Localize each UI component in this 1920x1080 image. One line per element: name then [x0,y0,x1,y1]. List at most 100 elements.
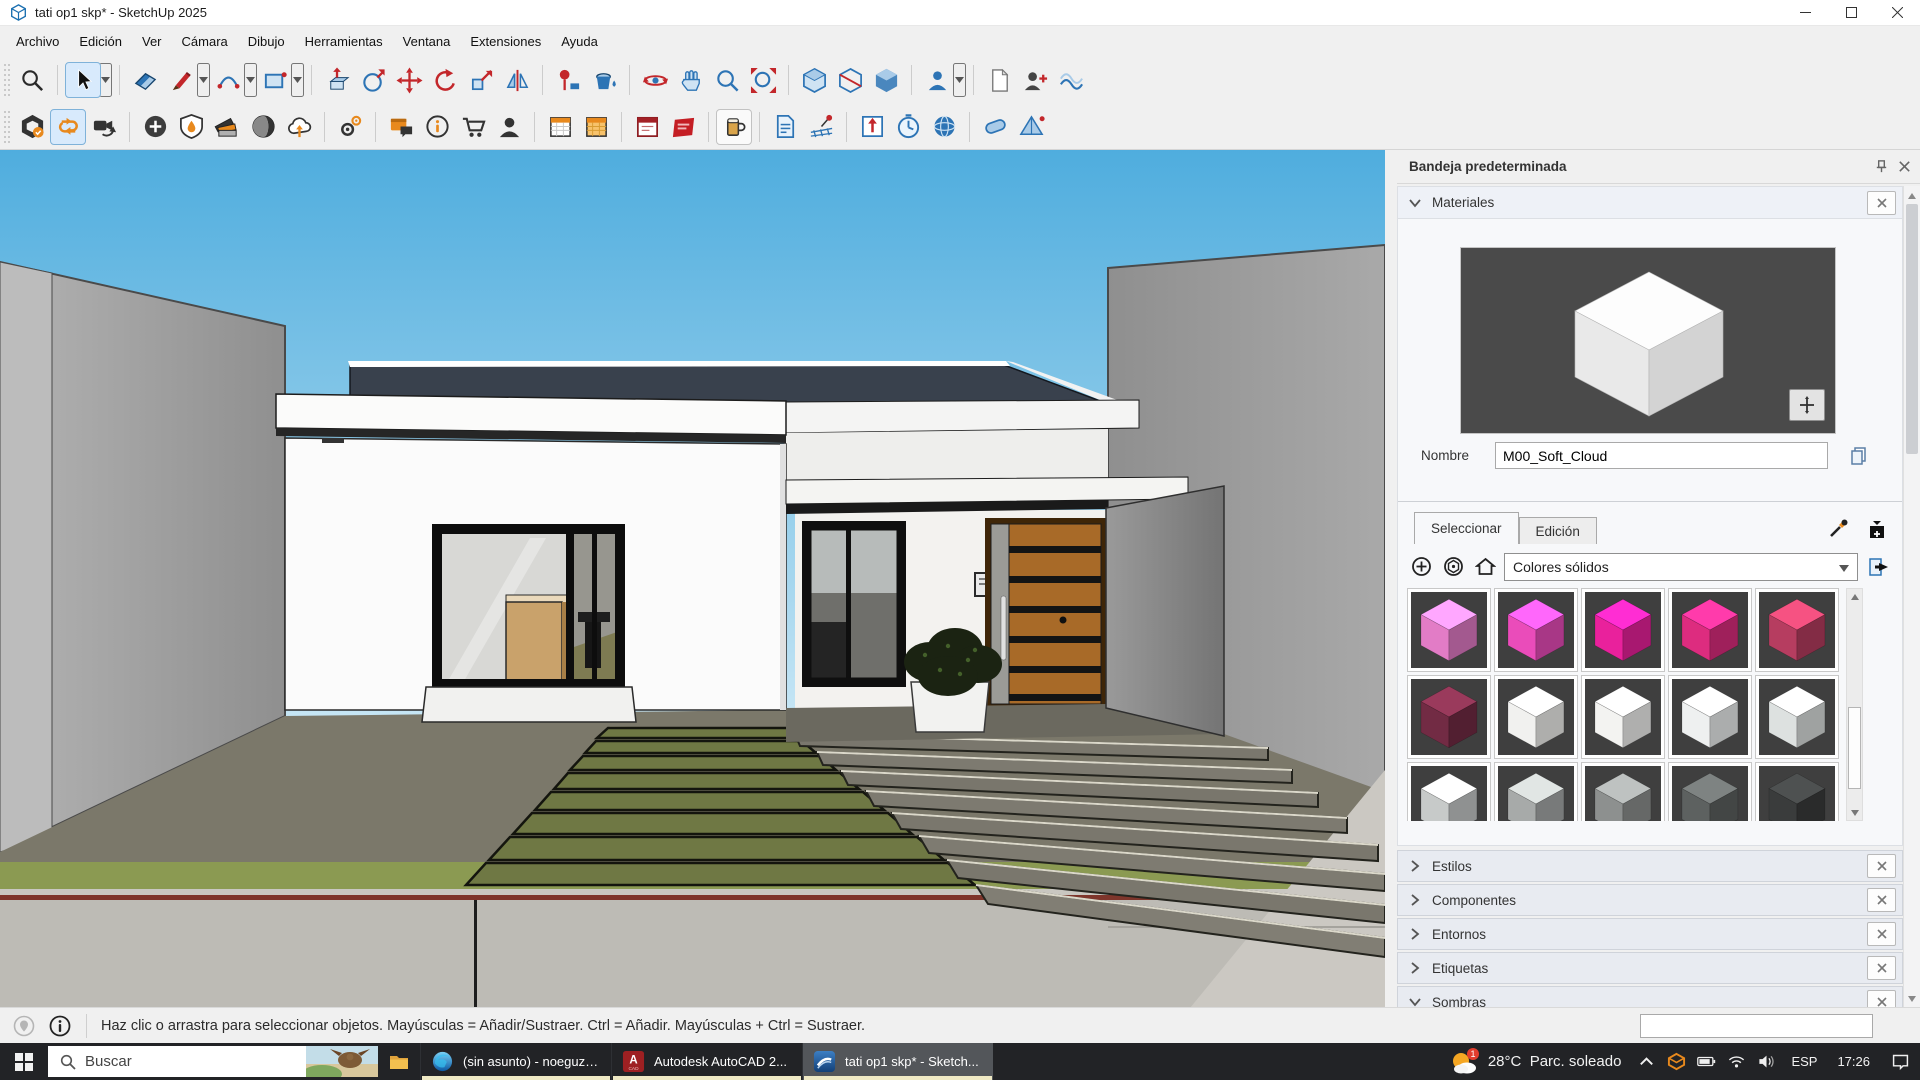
tray-section-componentes[interactable]: Componentes [1397,884,1903,916]
close-button[interactable] [1874,0,1920,25]
tape-measure-tool[interactable] [499,62,535,98]
material-swatch-5[interactable] [1407,675,1491,759]
taskbar-clock[interactable]: 17:26 [1827,1054,1880,1069]
trimble-connect-tool[interactable] [14,109,50,145]
scroll-up-icon[interactable] [1847,589,1862,604]
loop-arrows-tool[interactable] [50,109,86,145]
search-tool[interactable] [14,62,50,98]
grid-point-tool[interactable] [803,109,839,145]
shield-drop-tool[interactable] [173,109,209,145]
tray-scroll-down-icon[interactable] [1904,991,1920,1006]
cart-tool[interactable] [455,109,491,145]
calendar-orange-2-tool[interactable] [578,109,614,145]
pan-tool[interactable] [673,62,709,98]
avatar-tool[interactable] [491,109,527,145]
menu-extensiones[interactable]: Extensiones [460,26,551,56]
material-swatch-14[interactable] [1755,762,1839,821]
timer-clock-tool[interactable] [890,109,926,145]
file-explorer-button[interactable] [378,1043,420,1080]
info-icon[interactable] [48,1014,72,1038]
orbit-tool[interactable] [637,62,673,98]
paint-bucket-tool[interactable] [586,62,622,98]
material-swatch-0[interactable] [1407,588,1491,672]
taskbar-weather[interactable]: 1 28°C Parc. soleado [1440,1043,1632,1080]
swatch-scrollbar[interactable] [1846,588,1863,821]
search-highlight-image[interactable] [306,1046,378,1077]
viewport-canvas[interactable] [0,150,1385,1008]
in-model-button[interactable] [1472,554,1498,580]
tray-scroll-up-icon[interactable] [1904,188,1920,203]
material-swatch-1[interactable] [1494,588,1578,672]
material-fan-tool[interactable] [209,109,245,145]
wifi-button[interactable] [1721,1043,1751,1080]
pin-icon[interactable] [1874,159,1889,174]
action-center-button[interactable] [1880,1043,1920,1080]
export-box-tool[interactable] [854,109,890,145]
toolbar-grip[interactable] [2,64,12,96]
menu-archivo[interactable]: Archivo [6,26,69,56]
settings-gears-tool[interactable] [332,109,368,145]
menu-ver[interactable]: Ver [132,26,172,56]
menu-ventana[interactable]: Ventana [393,26,461,56]
battery-button[interactable] [1691,1043,1721,1080]
tray-section-entornos[interactable]: Entornos [1397,918,1903,950]
taskbar-app-sketchup[interactable]: tati op1 skp* - Sketch... [802,1043,993,1080]
sandbox-tool[interactable] [1053,62,1089,98]
material-swatch-11[interactable] [1494,762,1578,821]
materials-section-header[interactable]: Materiales [1398,187,1902,219]
scale-tool[interactable] [463,62,499,98]
preview-zoom-button[interactable] [1789,389,1825,421]
sketchup-tray-button[interactable] [1661,1043,1691,1080]
geolocation-icon[interactable] [12,1014,36,1038]
calendar-red-tool[interactable] [629,109,665,145]
geo-sphere-tool[interactable] [926,109,962,145]
capsule-tool[interactable] [977,109,1013,145]
tray-section-etiquetas[interactable]: Etiquetas [1397,952,1903,984]
material-swatch-10[interactable] [1407,762,1491,821]
display-secondary-pane-button[interactable] [1408,554,1434,580]
tray-scrollbar[interactable] [1903,186,1920,1008]
camera-loop-tool[interactable] [86,109,122,145]
info-circle-tool[interactable] [419,109,455,145]
start-button[interactable] [0,1043,48,1080]
position-camera-tool[interactable] [550,62,586,98]
toolbar-grip[interactable] [2,111,12,143]
material-swatch-4[interactable] [1755,588,1839,672]
eraser-tool[interactable] [127,62,163,98]
model-viewport[interactable] [0,150,1385,1008]
material-swatch-6[interactable] [1494,675,1578,759]
sample-paint-button[interactable] [1826,515,1852,541]
measurements-input[interactable] [1640,1014,1873,1038]
new-document-tool[interactable] [981,62,1017,98]
section-close-button[interactable] [1867,956,1896,980]
duplicate-material-button[interactable] [1842,442,1876,469]
minimize-button[interactable] [1782,0,1828,25]
rectangle-tool[interactable] [257,62,293,98]
create-material-button[interactable] [1864,515,1890,541]
checker-sphere-tool[interactable] [245,109,281,145]
material-swatch-9[interactable] [1755,675,1839,759]
section-fill-tool[interactable] [868,62,904,98]
maximize-button[interactable] [1828,0,1874,25]
tray-section-estilos[interactable]: Estilos [1397,850,1903,882]
scroll-thumb[interactable] [1848,707,1861,789]
tab-seleccionar[interactable]: Seleccionar [1414,512,1519,544]
section-close-button[interactable] [1867,990,1896,1008]
material-swatch-13[interactable] [1668,762,1752,821]
menu-camara[interactable]: Cámara [172,26,238,56]
material-swatch-3[interactable] [1668,588,1752,672]
taskbar-app-autocad[interactable]: ACADAutodesk AutoCAD 2... [611,1043,802,1080]
classifier-tool[interactable] [919,62,955,98]
section-close-button[interactable] [1867,854,1896,878]
tray-expand-button[interactable] [1631,1043,1661,1080]
move-tool[interactable] [391,62,427,98]
material-swatch-12[interactable] [1581,762,1665,821]
taskbar-search[interactable]: Buscar [48,1046,378,1077]
pyramid-tool[interactable] [1013,109,1049,145]
section-close-button[interactable] [1867,922,1896,946]
select-tool[interactable] [65,62,101,98]
material-name-input[interactable] [1495,442,1828,469]
share-model-tool[interactable] [1017,62,1053,98]
report-doc-tool[interactable] [767,109,803,145]
section-plane-tool[interactable] [796,62,832,98]
